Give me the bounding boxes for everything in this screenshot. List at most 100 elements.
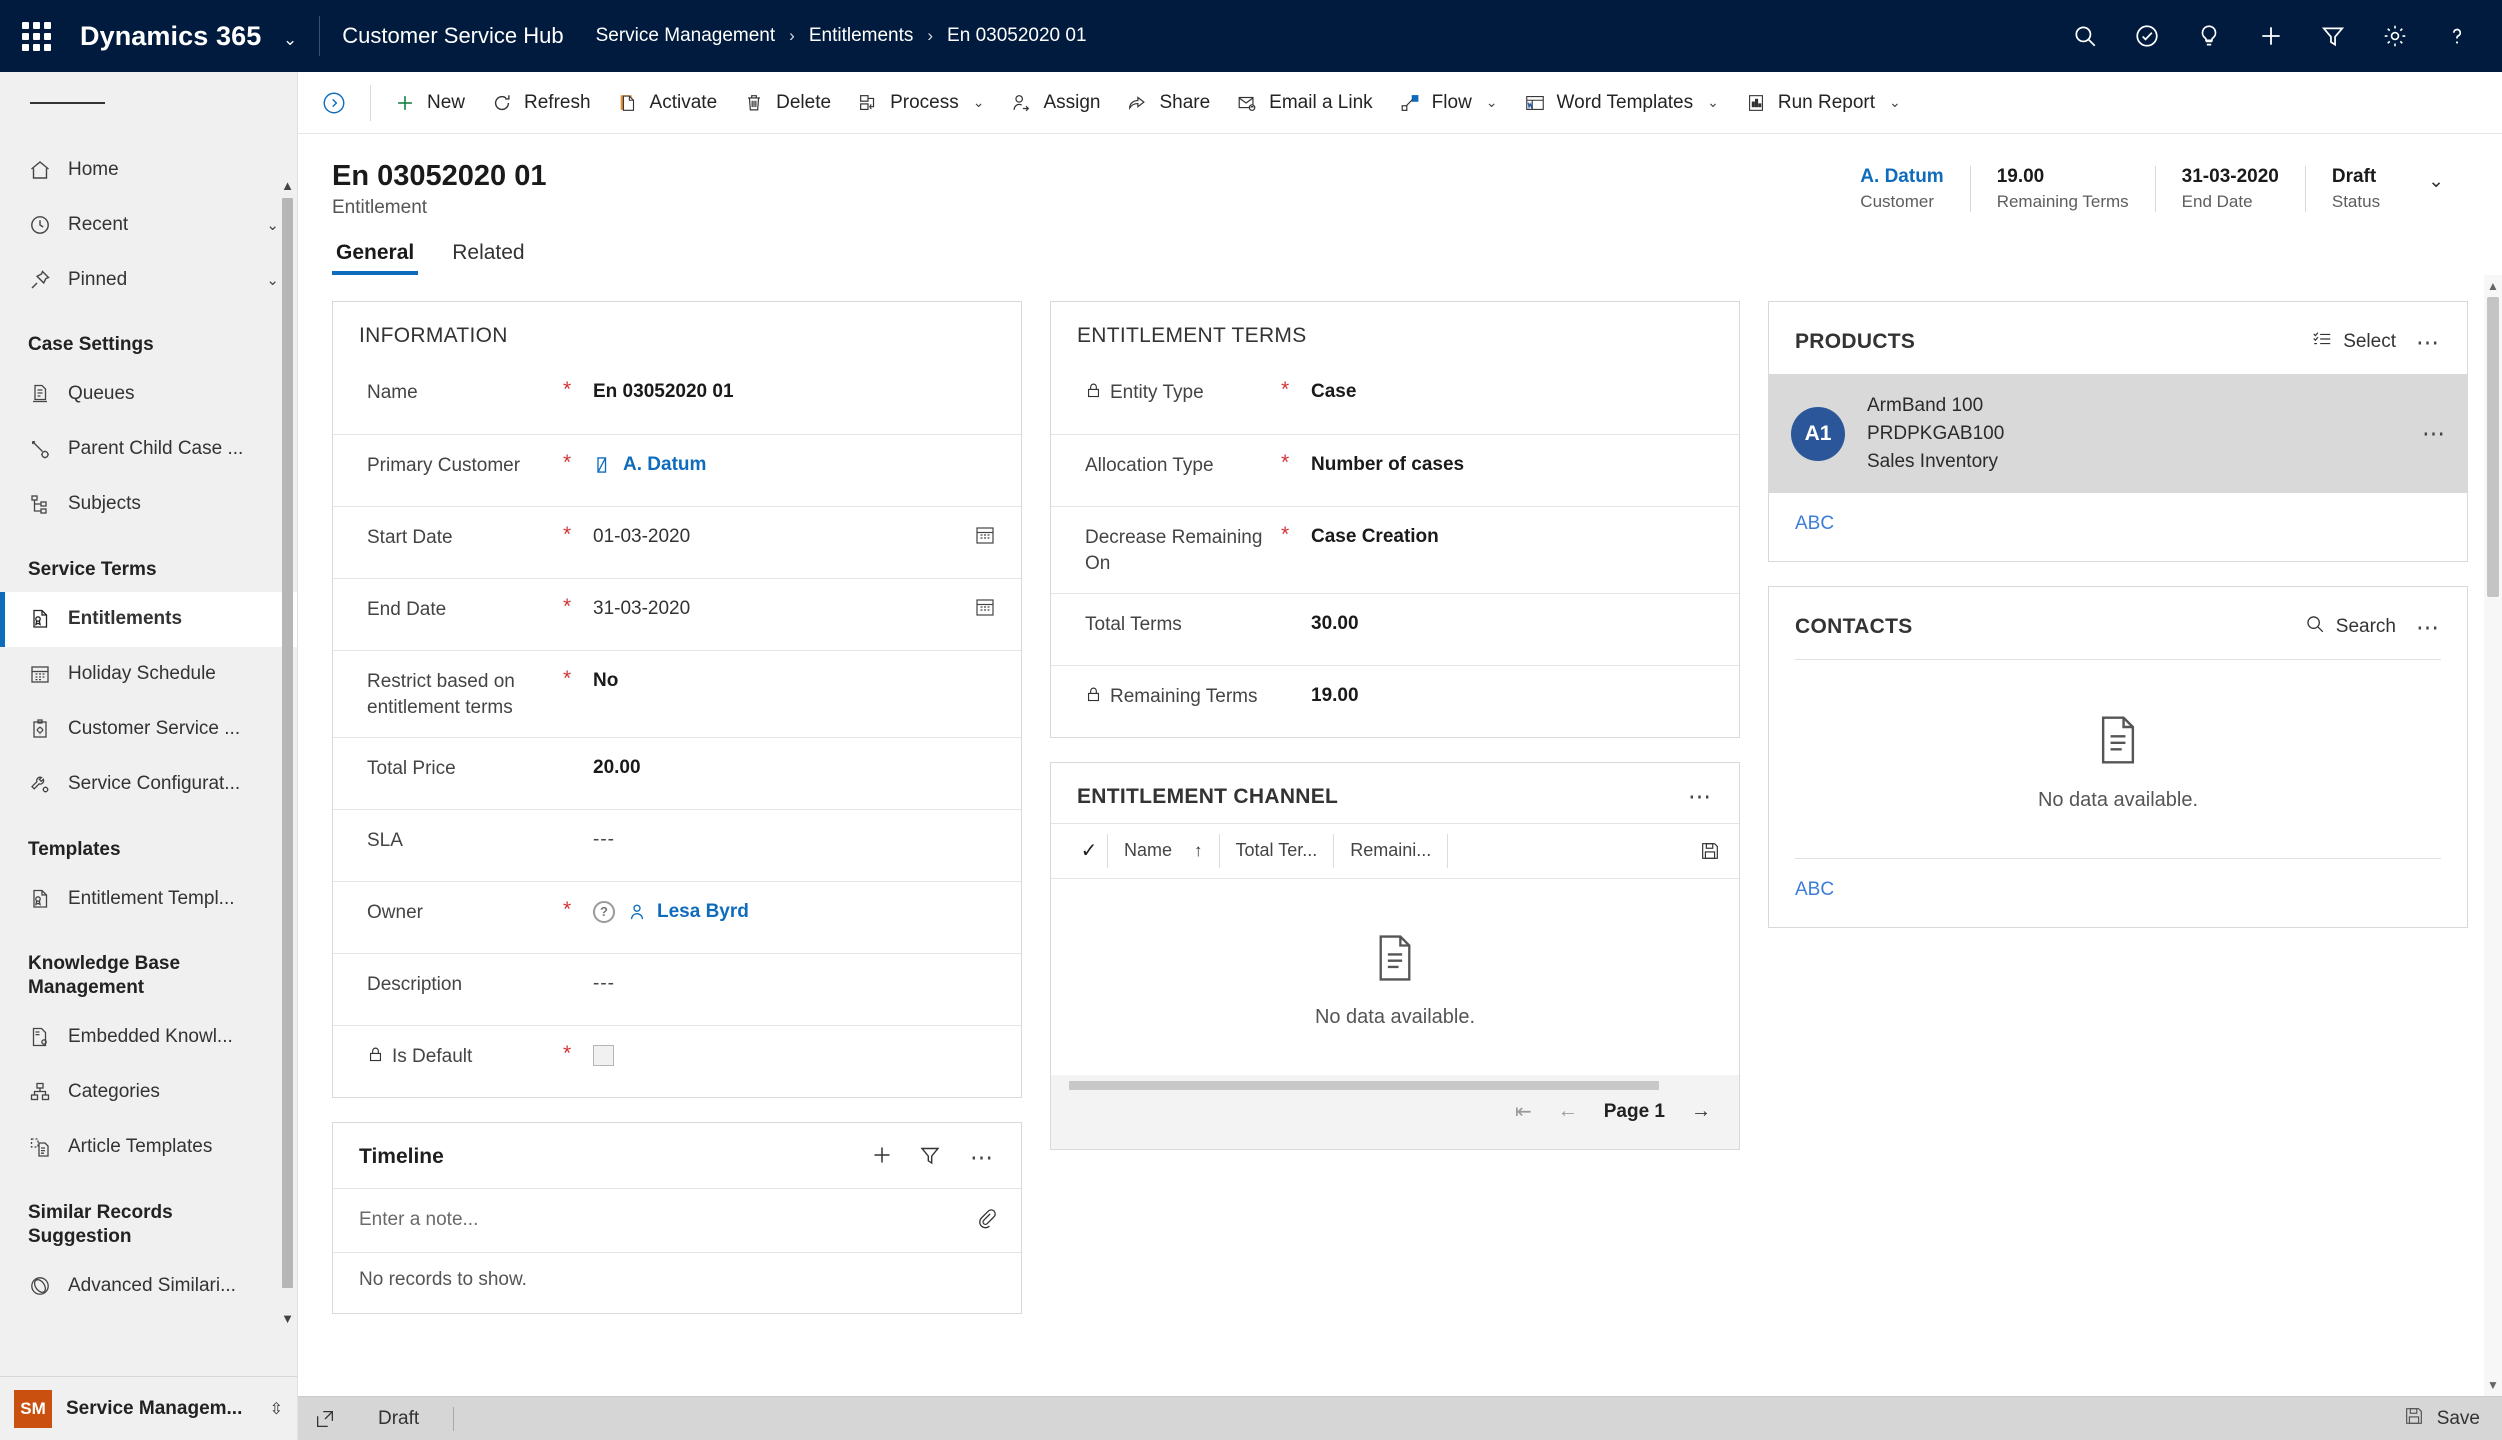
tab-related[interactable]: Related — [448, 241, 528, 275]
breadcrumb-item-entitlements[interactable]: Entitlements — [809, 25, 914, 47]
breadcrumb-item-current-record[interactable]: En 03052020 01 — [947, 25, 1086, 47]
chevron-circle-right-icon[interactable] — [308, 90, 360, 116]
expand-header-chevron-down-icon[interactable]: ⌄ — [2406, 170, 2468, 193]
page-first-icon[interactable]: ⇤ — [1515, 1099, 1532, 1124]
save-grid-icon[interactable] — [1681, 840, 1739, 862]
popout-icon[interactable] — [306, 1408, 344, 1430]
sidebar-item-parent-child-case[interactable]: Parent Child Case ... — [0, 422, 297, 477]
chevron-down-icon[interactable]: ⌄ — [1707, 94, 1719, 111]
filter-icon[interactable] — [918, 1143, 942, 1172]
sidebar-item-entitlements[interactable]: Entitlements — [0, 591, 297, 647]
delete-button[interactable]: Delete — [730, 72, 844, 134]
chevron-down-icon[interactable]: ⌄ — [973, 94, 985, 111]
overflow-icon[interactable]: ⋯ — [2412, 615, 2445, 639]
word-templates-button[interactable]: Word Templates ⌄ — [1511, 72, 1732, 134]
area-switcher[interactable]: SM Service Managem... ⇳ — [0, 1376, 297, 1440]
sidebar-item-categories[interactable]: Categories — [0, 1065, 297, 1120]
field-value-total-price[interactable]: 20.00 — [593, 754, 997, 779]
activate-button[interactable]: Activate — [604, 72, 731, 134]
sidebar-item-service-configuration[interactable]: Service Configurat... — [0, 757, 297, 812]
field-value-total-terms[interactable]: 30.00 — [1311, 610, 1715, 635]
chevron-down-icon[interactable]: ⌄ — [1486, 94, 1498, 111]
tab-general[interactable]: General — [332, 241, 419, 276]
sidebar-item-customer-service[interactable]: Customer Service ... — [0, 702, 297, 757]
breadcrumb-item-service-management[interactable]: Service Management — [596, 25, 776, 47]
products-footer-link[interactable]: ABC — [1769, 493, 2467, 561]
quick-create-icon[interactable] — [2240, 0, 2302, 72]
search-icon[interactable] — [2054, 0, 2116, 72]
field-value-description[interactable]: --- — [593, 970, 997, 995]
paperclip-icon[interactable] — [975, 1207, 997, 1234]
field-value-allocation-type[interactable]: Number of cases — [1311, 451, 1715, 476]
is-default-checkbox[interactable] — [593, 1044, 614, 1066]
refresh-button[interactable]: Refresh — [478, 72, 604, 134]
overflow-icon[interactable]: ⋯ — [2412, 330, 2445, 354]
sidebar-item-queues[interactable]: Queues — [0, 367, 297, 422]
chevron-down-icon[interactable]: ⌄ — [1889, 94, 1901, 111]
sidebar-item-entitlement-templates[interactable]: Entitlement Templ... — [0, 871, 297, 926]
overflow-icon[interactable]: ⋯ — [1684, 785, 1717, 808]
filter-icon[interactable] — [2302, 0, 2364, 72]
new-button[interactable]: New — [381, 72, 478, 134]
process-button[interactable]: Process ⌄ — [844, 72, 997, 134]
timeline-note-input[interactable]: Enter a note... — [333, 1187, 1021, 1252]
scroll-down-icon[interactable]: ▼ — [2484, 1378, 2502, 1392]
sidebar-scrollbar[interactable] — [281, 174, 294, 1330]
header-field-value[interactable]: A. Datum — [1860, 166, 1943, 188]
select-all-checkbox[interactable]: ✓ — [1071, 838, 1107, 863]
column-header-remaining-terms[interactable]: Remaini... — [1333, 833, 1447, 868]
search-contacts-button[interactable]: Search — [2298, 609, 2402, 645]
run-report-button[interactable]: Run Report ⌄ — [1732, 72, 1914, 134]
sidebar-item-home[interactable]: Home — [0, 142, 297, 197]
lightbulb-icon[interactable] — [2178, 0, 2240, 72]
contacts-footer-link[interactable]: ABC — [1769, 859, 2467, 927]
scroll-up-icon[interactable]: ▲ — [2484, 279, 2502, 293]
column-header-name[interactable]: Name ↑ — [1107, 833, 1219, 868]
sidebar-item-recent[interactable]: Recent ⌄ — [0, 197, 297, 252]
scrollbar-thumb[interactable] — [2487, 297, 2499, 598]
assistant-icon[interactable] — [2116, 0, 2178, 72]
page-scrollbar[interactable]: ▲ ▼ — [2484, 275, 2502, 1396]
assign-button[interactable]: Assign — [997, 72, 1113, 134]
save-button[interactable]: Save — [2403, 1405, 2480, 1433]
help-icon[interactable] — [2426, 0, 2488, 72]
field-value-restrict[interactable]: No — [593, 667, 997, 692]
sidebar-item-advanced-similarity[interactable]: Advanced Similari... — [0, 1258, 297, 1313]
calendar-icon[interactable] — [959, 523, 997, 547]
scroll-up-icon[interactable]: ▲ — [280, 178, 295, 193]
app-launcher-icon[interactable] — [0, 0, 72, 72]
scrollbar-thumb[interactable] — [282, 198, 293, 1288]
page-prev-icon[interactable]: ← — [1558, 1100, 1578, 1123]
chevron-updown-icon[interactable]: ⇳ — [270, 1399, 283, 1419]
field-value-end-date[interactable]: 31-03-2020 — [593, 595, 959, 620]
flow-button[interactable]: Flow ⌄ — [1386, 72, 1511, 134]
site-map-toggle-icon[interactable] — [0, 72, 297, 134]
field-value-sla[interactable]: --- — [593, 826, 997, 851]
field-value-is-default[interactable] — [593, 1042, 997, 1066]
page-next-icon[interactable]: → — [1691, 1100, 1711, 1123]
list-item[interactable]: A1 ArmBand 100 PRDPKGAB100 Sales Invento… — [1769, 374, 2467, 494]
plus-icon[interactable] — [870, 1143, 894, 1172]
sidebar-item-holiday-schedule[interactable]: Holiday Schedule — [0, 647, 297, 702]
column-header-total-terms[interactable]: Total Ter... — [1218, 833, 1334, 868]
sidebar-item-article-templates[interactable]: Article Templates — [0, 1120, 297, 1175]
brand-title[interactable]: Dynamics 365 ⌄ — [72, 21, 297, 52]
field-value-primary-customer[interactable]: A. Datum — [593, 451, 997, 476]
overflow-icon[interactable]: ⋯ — [2408, 420, 2447, 447]
share-button[interactable]: Share — [1113, 72, 1223, 134]
settings-gear-icon[interactable] — [2364, 0, 2426, 72]
calendar-icon[interactable] — [959, 595, 997, 619]
chevron-down-icon[interactable]: ⌄ — [283, 30, 297, 49]
chevron-down-icon[interactable]: ⌄ — [266, 216, 279, 234]
sidebar-item-subjects[interactable]: Subjects — [0, 477, 297, 532]
field-value-owner[interactable]: ? Lesa Byrd — [593, 898, 997, 923]
overflow-icon[interactable]: ⋯ — [966, 1145, 999, 1169]
sidebar-item-embedded-knowledge[interactable]: Embedded Knowl... — [0, 1010, 297, 1065]
email-a-link-button[interactable]: Email a Link — [1223, 72, 1386, 134]
app-title[interactable]: Customer Service Hub — [342, 23, 563, 49]
chevron-down-icon[interactable]: ⌄ — [266, 271, 279, 289]
sidebar-item-pinned[interactable]: Pinned ⌄ — [0, 252, 297, 307]
field-value-start-date[interactable]: 01-03-2020 — [593, 523, 959, 548]
select-products-button[interactable]: Select — [2305, 324, 2402, 360]
field-value-decrease-remaining-on[interactable]: Case Creation — [1311, 523, 1715, 548]
